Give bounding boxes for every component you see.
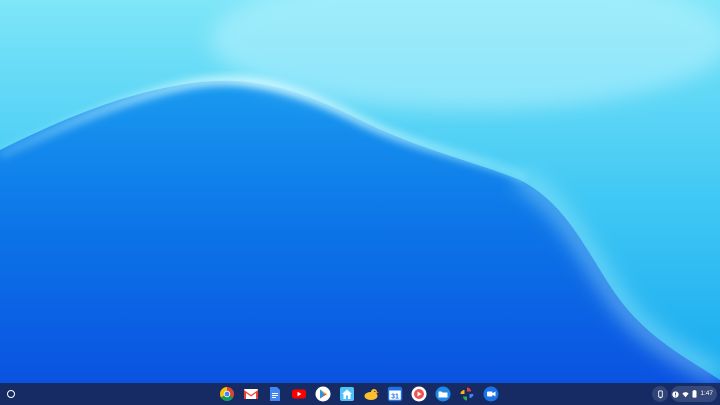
youtube-icon <box>292 389 306 399</box>
photos-app[interactable] <box>458 385 476 403</box>
chrome-icon <box>220 387 234 401</box>
battery-icon <box>692 390 697 398</box>
stylus-icon <box>657 389 663 399</box>
play-store-icon <box>315 386 331 402</box>
music-app[interactable] <box>410 385 428 403</box>
gmail-app[interactable] <box>242 385 260 403</box>
music-app-icon <box>411 386 427 402</box>
desktop: 31 1:47 <box>0 0 720 405</box>
wifi-icon <box>682 391 689 398</box>
notification-icon <box>672 390 679 398</box>
play-store-app[interactable] <box>314 385 332 403</box>
video-camera-icon <box>483 386 499 402</box>
duck-app[interactable] <box>362 385 380 403</box>
pinned-apps: 31 <box>218 385 500 403</box>
launcher-button[interactable] <box>3 386 19 402</box>
photos-pinwheel-icon <box>460 387 474 401</box>
home-app[interactable] <box>338 385 356 403</box>
files-folder-icon <box>435 386 451 402</box>
clock-time: 1:47 <box>700 390 713 397</box>
home-app-icon <box>340 387 354 401</box>
gmail-icon <box>244 389 258 399</box>
duck-app-icon <box>364 389 379 400</box>
calendar-icon: 31 <box>387 386 403 402</box>
status-area[interactable]: 1:47 <box>671 386 717 402</box>
shelf: 31 1:47 <box>0 383 720 405</box>
stylus-tools-button[interactable] <box>652 386 668 402</box>
wallpaper <box>0 0 720 405</box>
files-app[interactable] <box>434 385 452 403</box>
docs-app[interactable] <box>266 385 284 403</box>
calendar-date-label: 31 <box>391 394 399 401</box>
launcher-circle-icon <box>7 390 15 398</box>
chrome-app[interactable] <box>218 385 236 403</box>
youtube-app[interactable] <box>290 385 308 403</box>
docs-icon <box>270 387 280 401</box>
meet-app[interactable] <box>482 385 500 403</box>
calendar-app[interactable]: 31 <box>386 385 404 403</box>
